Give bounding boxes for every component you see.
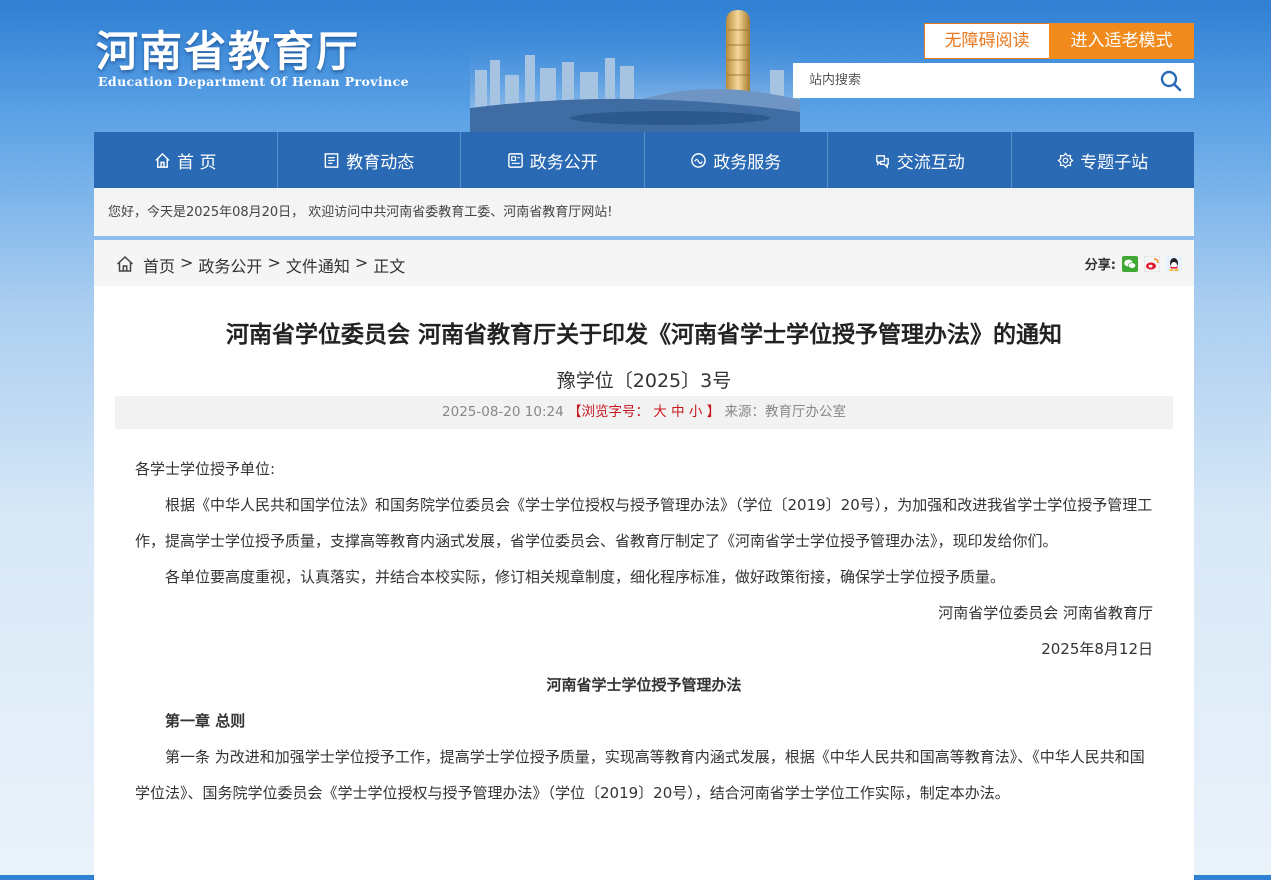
site-logo-title[interactable]: 河南省教育厅 xyxy=(96,18,360,79)
home-icon[interactable] xyxy=(116,255,134,273)
share-bar: 分享: xyxy=(1085,254,1182,273)
search-icon[interactable] xyxy=(1160,70,1182,92)
site-logo-subtitle: Education Department Of Henan Province xyxy=(98,74,409,89)
breadcrumb-notices-link[interactable]: 文件通知 xyxy=(286,253,350,277)
breadcrumb-separator: > xyxy=(180,253,194,272)
nav-item-gov-open[interactable]: 政务公开 xyxy=(461,132,645,188)
font-size-medium-link[interactable]: 中 xyxy=(671,404,685,420)
nav-item-label: 政务公开 xyxy=(529,152,598,173)
welcome-text: 您好，今天是2025年08月20日， 欢迎访问中共河南省委教育工委、河南省教育厅… xyxy=(108,205,613,220)
breadcrumb-separator: > xyxy=(267,253,281,272)
nav-item-home[interactable]: 首 页 xyxy=(94,132,278,188)
wechat-icon[interactable] xyxy=(1122,255,1138,272)
signer: 河南省学位委员会 河南省教育厅 xyxy=(938,604,1153,622)
nav-item-label: 教育动态 xyxy=(346,152,415,173)
font-size-label-end: 】 xyxy=(706,404,721,420)
nav-item-label: 交流互动 xyxy=(896,152,965,173)
body-paragraph: 根据《中华人民共和国学位法》和国务院学位委员会《学士学位授权与授予管理办法》（学… xyxy=(135,496,1153,550)
article-title: 河南省学位委员会 河南省教育厅关于印发《河南省学士学位授予管理办法》的通知 xyxy=(225,322,1062,348)
breadcrumb: 首页 > 政务公开 > 文件通知 > 正文 分享: xyxy=(94,240,1194,286)
news-icon xyxy=(324,152,339,168)
city-skyline-banner xyxy=(470,10,800,132)
nav-item-gov-service[interactable]: 政务服务 xyxy=(645,132,828,188)
nav-item-interaction[interactable]: 交流互动 xyxy=(828,132,1012,188)
welcome-bar: 您好，今天是2025年08月20日， 欢迎访问中共河南省委教育工委、河南省教育厅… xyxy=(94,188,1194,236)
attachment-title: 河南省学士学位授予管理办法 xyxy=(546,676,742,694)
site-search xyxy=(793,63,1194,98)
weibo-icon[interactable] xyxy=(1144,255,1160,272)
document-number: 豫学位〔2025〕3号 xyxy=(556,370,732,392)
font-size-large-link[interactable]: 大 xyxy=(653,404,667,420)
article-meta: 2025-08-20 10:24 【浏览字号： 大 中 小 】 来源：教育厅办公… xyxy=(115,396,1173,429)
article-source: 来源：教育厅办公室 xyxy=(724,404,846,420)
font-size-small-link[interactable]: 小 xyxy=(689,404,703,420)
main-nav: 首 页 教育动态 政务公开 政务服务 交流互动 专题子站 xyxy=(94,132,1194,188)
qq-icon[interactable] xyxy=(1166,255,1182,272)
chapter-heading: 第一章 总则 xyxy=(165,712,246,730)
nav-item-education-news[interactable]: 教育动态 xyxy=(278,132,461,188)
article-container: 首页 > 政务公开 > 文件通知 > 正文 分享: 河南省学位委员会 河南省教育… xyxy=(94,240,1194,880)
font-size-switcher: 【浏览字号： 大 中 小 】 xyxy=(568,404,724,420)
share-label: 分享: xyxy=(1084,258,1116,273)
breadcrumb-current: 正文 xyxy=(373,257,406,276)
nav-item-label: 专题子站 xyxy=(1080,152,1149,173)
nav-item-label: 政务服务 xyxy=(713,152,782,173)
elder-mode-button[interactable]: 进入适老模式 xyxy=(1049,23,1194,59)
header: 河南省教育厅 Education Department Of Henan Pro… xyxy=(0,0,1271,132)
search-input[interactable] xyxy=(793,63,1149,98)
interact-icon xyxy=(875,154,889,169)
font-size-label: 【浏览字号： xyxy=(567,404,649,420)
accessibility-reading-button[interactable]: 无障碍阅读 xyxy=(924,23,1050,59)
gov-open-icon xyxy=(507,152,523,168)
salutation: 各学士学位授予单位: xyxy=(135,460,276,478)
article-body: 各学士学位授予单位: 根据《中华人民共和国学位法》和国务院学位委员会《学士学位授… xyxy=(135,451,1153,811)
body-paragraph: 第一条 为改进和加强学士学位授予工作，提高学士学位授予质量，实现高等教育内涵式发… xyxy=(135,748,1145,802)
breadcrumb-home-link[interactable]: 首页 xyxy=(143,253,175,277)
topic-icon xyxy=(1057,151,1074,169)
breadcrumb-separator: > xyxy=(354,253,369,272)
nav-item-label: 首 页 xyxy=(177,152,217,173)
home-icon xyxy=(155,152,170,168)
body-paragraph: 各单位要高度重视，认真落实，并结合本校实际，修订相关规章制度，细化程序标准，做好… xyxy=(165,568,1006,586)
breadcrumb-gov-open-link[interactable]: 政务公开 xyxy=(198,253,262,277)
nav-item-topics[interactable]: 专题子站 xyxy=(1012,132,1195,188)
publish-date: 2025-08-20 10:24 xyxy=(442,404,564,420)
service-icon xyxy=(691,152,707,168)
sign-date: 2025年8月12日 xyxy=(1041,640,1153,658)
